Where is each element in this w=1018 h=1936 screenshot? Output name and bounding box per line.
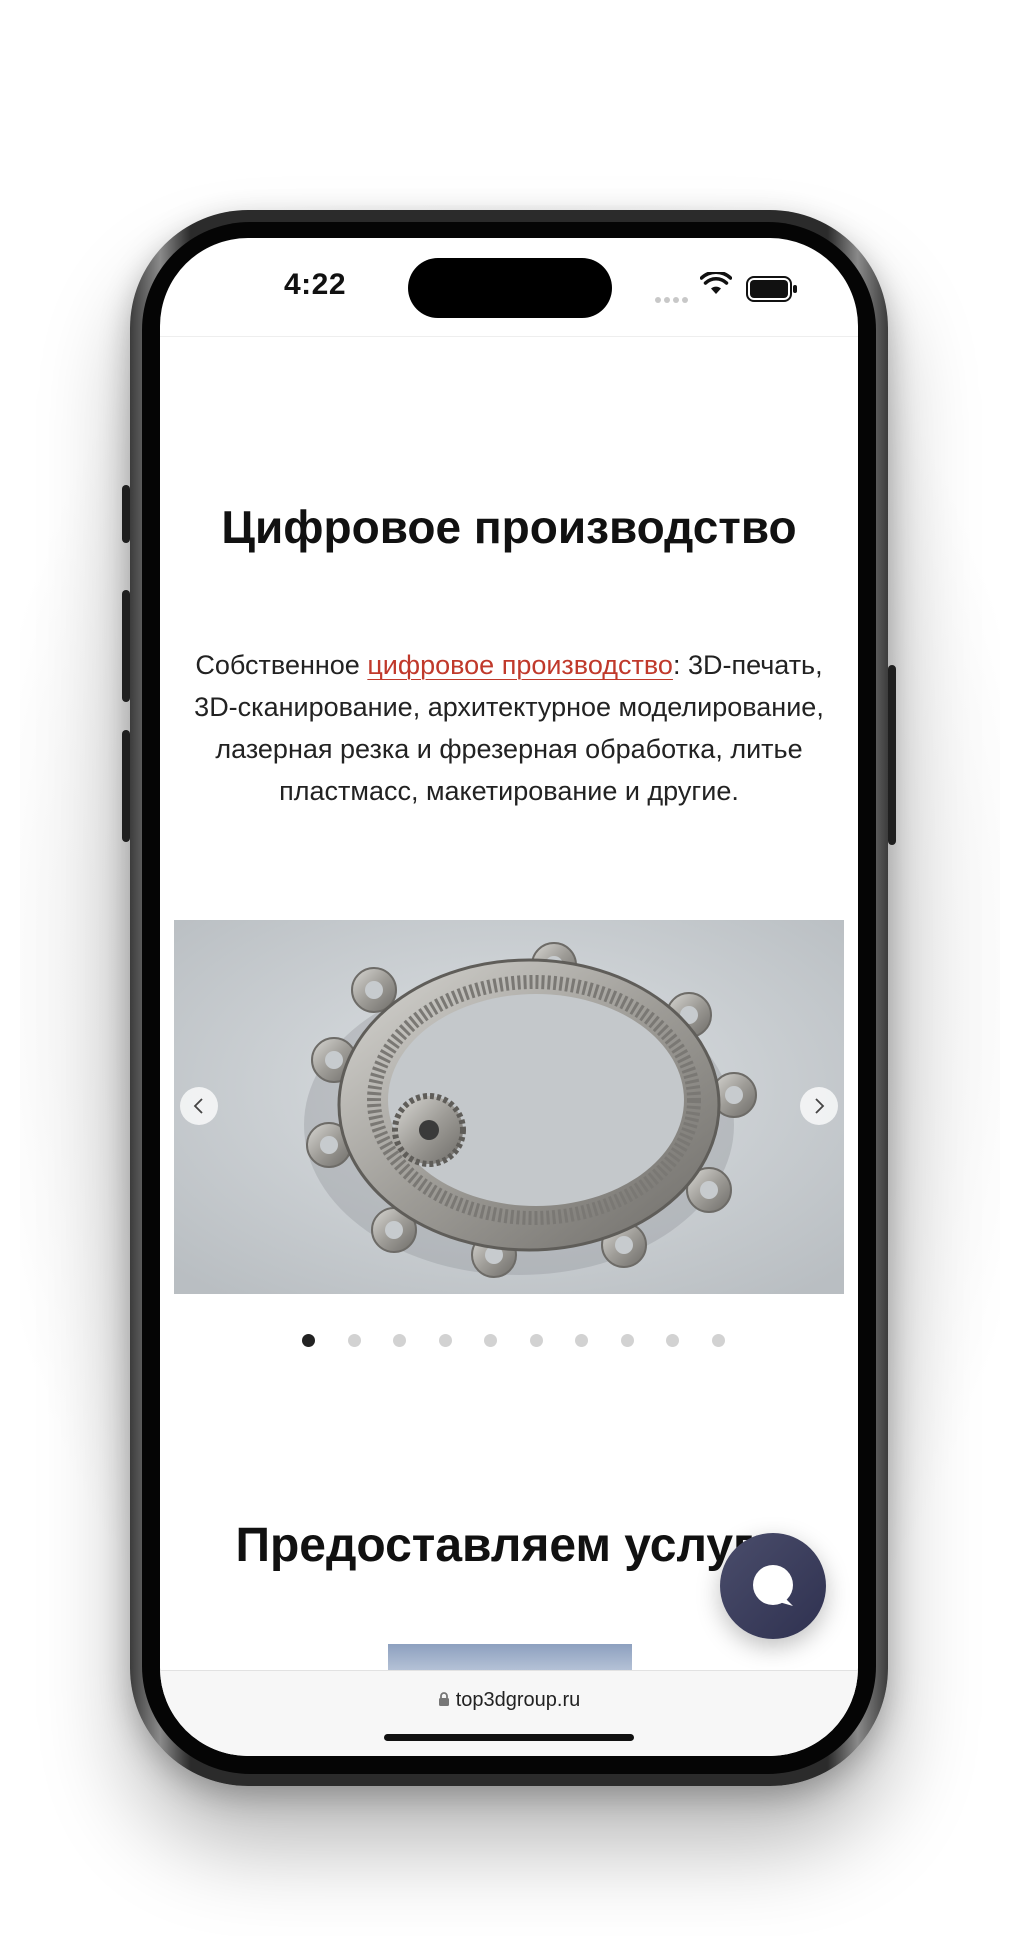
lock-icon bbox=[438, 1692, 449, 1706]
phone-side-button-volume-up bbox=[122, 590, 130, 702]
wifi-icon bbox=[699, 270, 733, 301]
slider-dot[interactable] bbox=[484, 1334, 497, 1347]
chat-bubble-icon bbox=[753, 1565, 793, 1606]
url-text: top3dgroup.ru bbox=[455, 1689, 581, 1711]
slider-dot[interactable] bbox=[347, 1334, 361, 1347]
image-slider[interactable] bbox=[174, 920, 844, 1294]
slider-prev-button[interactable] bbox=[180, 1087, 218, 1125]
slider-dot[interactable] bbox=[438, 1334, 452, 1347]
browser-address-bar[interactable]: top3dgroup.ru bbox=[160, 1670, 858, 1756]
home-indicator[interactable] bbox=[384, 1734, 634, 1741]
intro-text-before: Собственное bbox=[195, 650, 368, 680]
chevron-left-icon bbox=[193, 1098, 203, 1114]
slider-dot[interactable] bbox=[575, 1334, 588, 1347]
slider-dot[interactable] bbox=[393, 1334, 406, 1347]
dynamic-island bbox=[408, 258, 612, 318]
phone-side-button-power bbox=[888, 665, 896, 845]
page-title: Цифровое производство bbox=[221, 501, 797, 553]
phone-side-button-volume-down bbox=[122, 730, 130, 842]
url-display[interactable]: top3dgroup.ru bbox=[160, 1689, 858, 1712]
status-bar: 4:22 bbox=[160, 238, 858, 338]
chevron-right-icon bbox=[815, 1098, 825, 1114]
slider-pagination bbox=[160, 1334, 858, 1354]
slider-dot[interactable] bbox=[666, 1334, 679, 1347]
slide-image-ring-gear bbox=[174, 920, 844, 1294]
digital-production-link[interactable]: цифровое производство bbox=[367, 650, 673, 680]
slider-dot[interactable] bbox=[529, 1334, 543, 1347]
slider-dot[interactable] bbox=[711, 1334, 725, 1347]
slider-dot[interactable] bbox=[620, 1334, 634, 1347]
status-divider bbox=[160, 336, 858, 337]
slider-next-button[interactable] bbox=[800, 1087, 838, 1125]
slider-dot[interactable] bbox=[302, 1334, 315, 1347]
status-time: 4:22 bbox=[283, 268, 347, 301]
battery-icon bbox=[746, 276, 798, 307]
phone-screen: 4:22 Цифровое производство Собственное ц… bbox=[160, 238, 858, 1756]
phone-side-button-mute bbox=[122, 485, 130, 543]
chat-widget-button[interactable] bbox=[720, 1533, 826, 1639]
cellular-signal-icon bbox=[655, 290, 691, 308]
intro-paragraph: Собственное цифровое производство: 3D-пе… bbox=[190, 644, 828, 812]
